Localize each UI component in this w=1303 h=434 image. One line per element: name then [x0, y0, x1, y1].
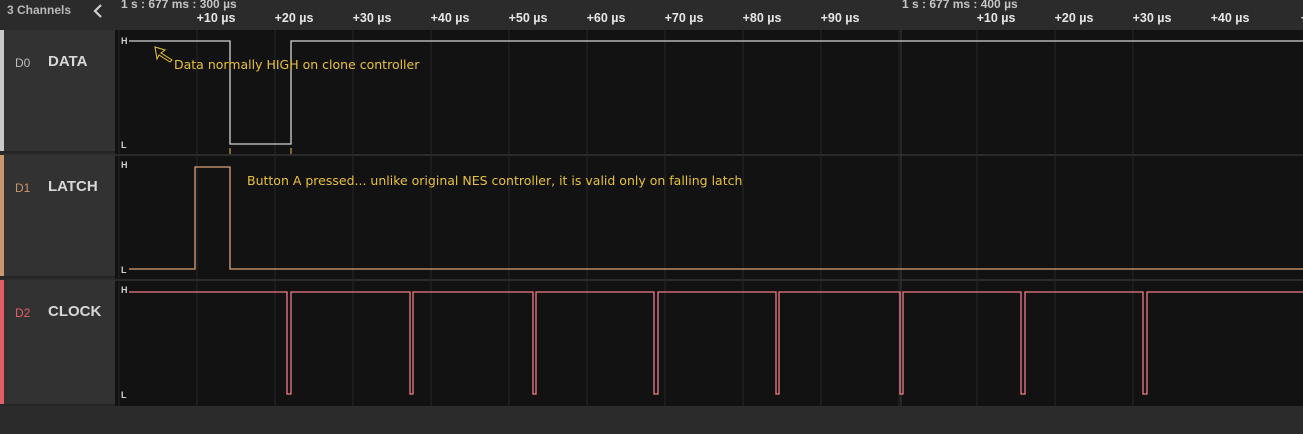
channel-name: LATCH — [48, 178, 98, 195]
time-tick-label: +40 µs — [1211, 11, 1250, 25]
channel-color-bar — [0, 155, 4, 276]
clock-waveform — [129, 291, 1303, 395]
channel-id: D0 — [15, 56, 31, 70]
level-label-high: H — [121, 160, 128, 170]
sidebar-header: 3 Channels — [0, 0, 115, 30]
level-label-low: L — [121, 265, 127, 275]
channel-sidebar: 3 Channels D0 DATA D1 LATCH D2 CLOCK — [0, 0, 115, 434]
channel-row-clock[interactable]: D2 CLOCK — [0, 280, 115, 406]
logic-analyzer-window: 3 Channels D0 DATA D1 LATCH D2 CLOCK 1 s… — [0, 0, 1303, 434]
channels-count-title: 3 Channels — [7, 3, 72, 17]
channel-color-bar — [0, 30, 4, 151]
bottom-bar — [0, 406, 1303, 434]
latch-annotation: Button A pressed... unlike original NES … — [247, 173, 743, 188]
annotation-arrow-icon — [154, 46, 173, 63]
time-tick-label: +20 µs — [1055, 11, 1094, 25]
time-tick-label: +10 µs — [197, 11, 236, 25]
level-label-low: L — [121, 140, 127, 150]
level-label-high: H — [121, 36, 128, 46]
time-ruler[interactable]: 1 s : 677 ms : 300 µs 1 s : 677 ms : 400… — [115, 0, 1303, 30]
time-anchor-label: 1 s : 677 ms : 300 µs — [121, 0, 237, 11]
time-tick-label: +70 µs — [665, 11, 704, 25]
time-tick-label: +50 µs — [509, 11, 548, 25]
time-anchor-label: 1 s : 677 ms : 400 µs — [902, 0, 1018, 11]
level-label-high: H — [121, 285, 128, 295]
time-tick-label: +80 µs — [743, 11, 782, 25]
channel-name: CLOCK — [48, 303, 102, 320]
time-tick-label: +30 µs — [1133, 11, 1172, 25]
time-tick-label: +20 µs — [275, 11, 314, 25]
time-tick-label: +60 µs — [587, 11, 626, 25]
channel-id: D1 — [15, 181, 31, 195]
channel-id: D2 — [15, 306, 31, 320]
channel-name: DATA — [48, 53, 88, 70]
chevron-left-icon[interactable] — [88, 0, 110, 22]
time-tick-label: +30 µs — [353, 11, 392, 25]
time-tick-label: +90 µs — [821, 11, 860, 25]
channel-color-bar — [0, 280, 4, 404]
channel-row-latch[interactable]: D1 LATCH — [0, 155, 115, 278]
waveform-plot[interactable]: H L H L H L Data normally HIGH on clone … — [115, 30, 1303, 406]
channel-row-data[interactable]: D0 DATA — [0, 30, 115, 153]
level-label-low: L — [121, 390, 127, 400]
time-tick-label: +40 µs — [431, 11, 470, 25]
data-annotation: Data normally HIGH on clone controller — [174, 57, 420, 72]
time-tick-label: +10 µs — [977, 11, 1016, 25]
